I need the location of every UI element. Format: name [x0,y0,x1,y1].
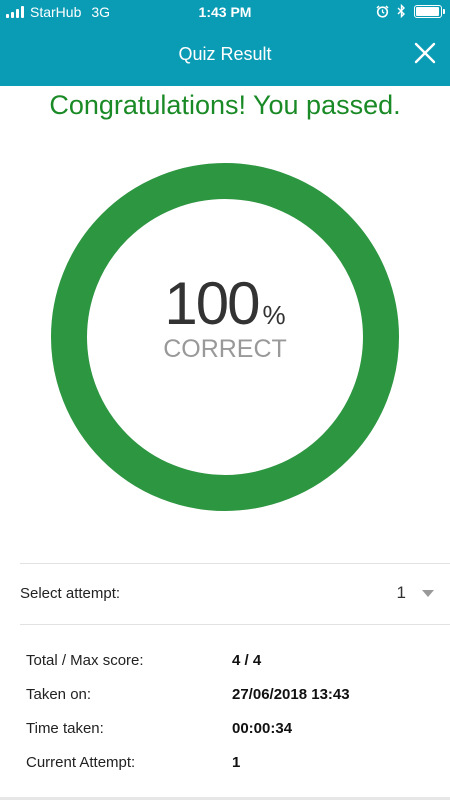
detail-key: Current Attempt: [26,754,136,771]
score-value: 100 [164,270,260,337]
page-title: Quiz Result [178,44,272,64]
attempt-select-label: Select attempt: [20,585,121,602]
detail-value: 00:00:34 [232,720,293,737]
status-bar: StarHub 3G 1:43 PM [0,0,450,24]
score-ring: 100% CORRECT [51,163,399,511]
result-message: Congratulations! You passed. [49,90,401,120]
attempt-select[interactable]: Select attempt: 1 [0,564,450,624]
detail-value: 4 / 4 [232,652,262,669]
close-icon [414,42,436,64]
detail-row-score: Total / Max score: 4 / 4 [26,652,426,686]
score-display: 100% [51,269,399,338]
score-label: CORRECT [163,335,287,363]
caret-down-icon[interactable] [422,590,434,597]
attempt-select-value[interactable]: 1 [397,583,406,603]
detail-key: Time taken: [26,720,104,737]
detail-row-current-attempt: Current Attempt: 1 [26,754,426,788]
battery-icon [414,4,445,18]
nav-bar: Quiz Result [0,24,450,86]
detail-value: 1 [232,754,241,771]
divider [20,624,450,625]
bluetooth-icon [397,4,405,18]
alarm-icon [376,4,389,18]
score-unit: % [262,300,286,330]
detail-key: Taken on: [26,686,92,703]
result-details: Total / Max score: 4 / 4 Taken on: 27/06… [26,652,426,788]
detail-key: Total / Max score: [26,652,144,669]
status-right [376,4,445,18]
detail-row-taken-on: Taken on: 27/06/2018 13:43 [26,686,426,720]
detail-row-time-taken: Time taken: 00:00:34 [26,720,426,754]
detail-value: 27/06/2018 13:43 [232,686,350,703]
battery-fill [416,6,439,16]
close-button[interactable] [410,38,440,68]
